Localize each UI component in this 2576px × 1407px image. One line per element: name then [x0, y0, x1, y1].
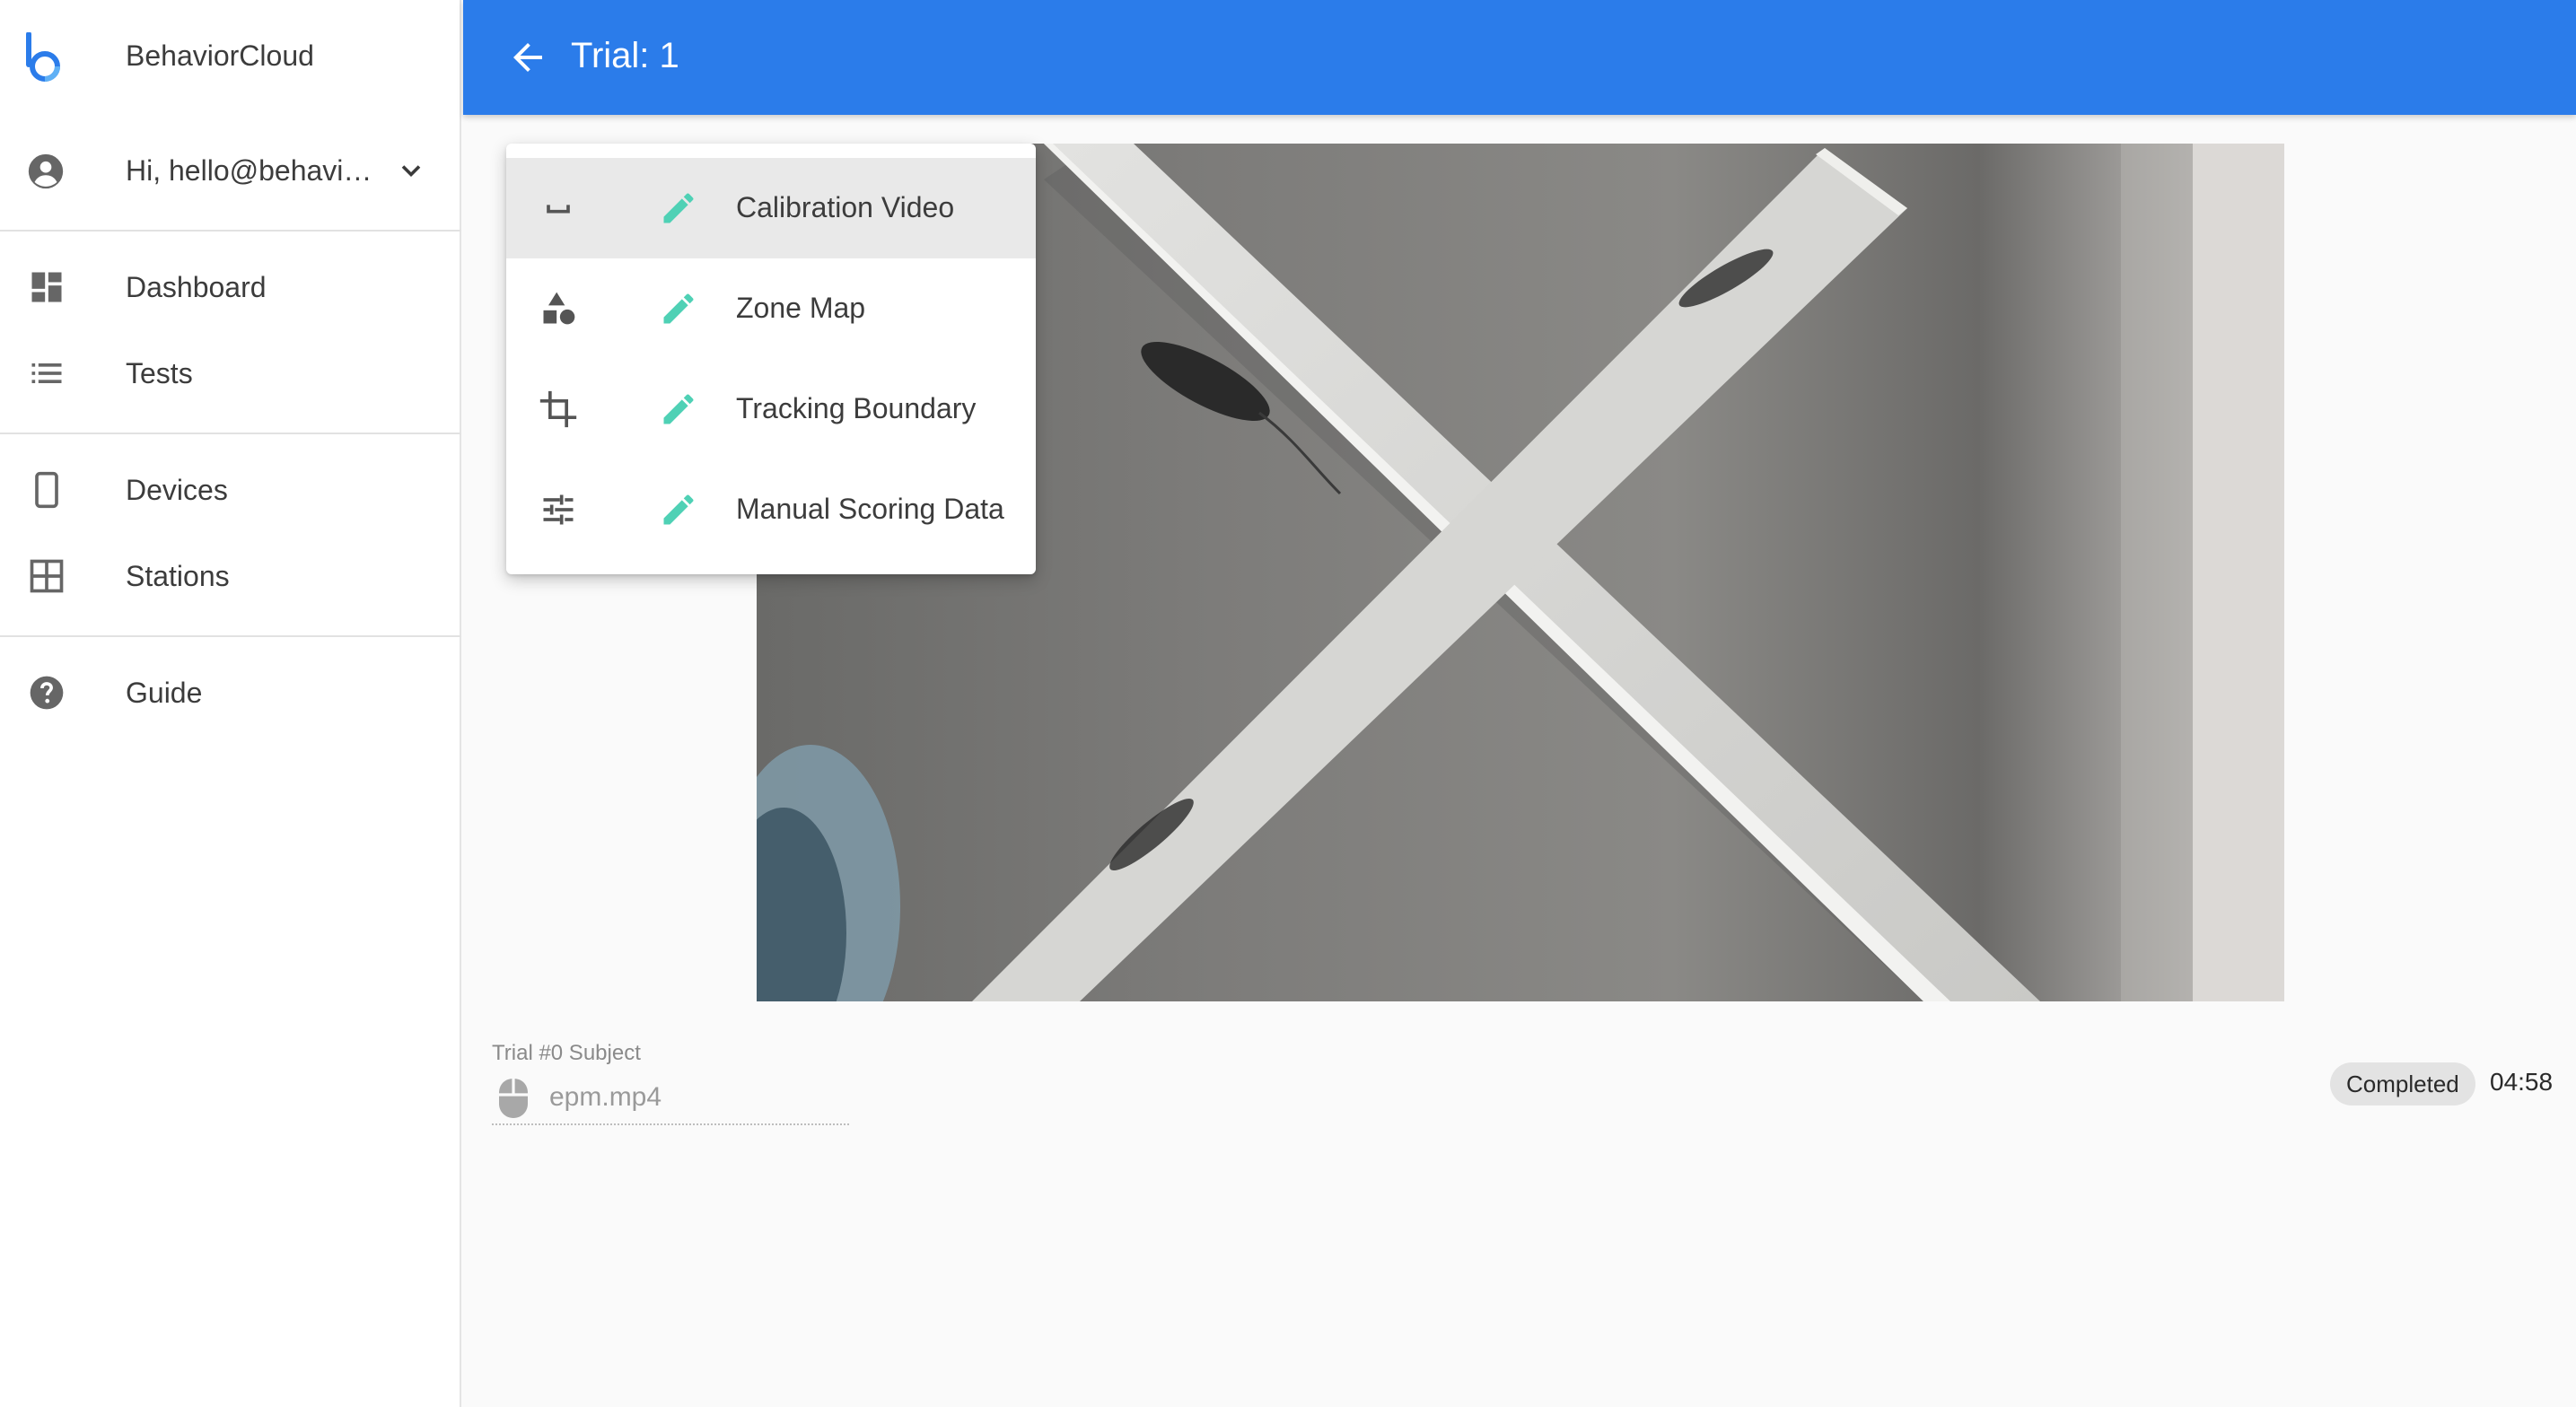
sidebar-item-label: Guide	[126, 677, 203, 709]
sidebar-item-stations[interactable]: Stations	[0, 538, 461, 616]
sidebar-item-label: Dashboard	[126, 271, 267, 303]
sidebar-item-label: Tests	[126, 357, 193, 389]
edit-pencil-icon[interactable]	[659, 389, 698, 429]
edit-pencil-icon[interactable]	[659, 490, 698, 529]
mouse-icon	[499, 1079, 528, 1118]
menu-item-label: Manual Scoring Data	[736, 493, 1004, 525]
status-badge: Completed	[2330, 1062, 2475, 1106]
subject-field-value: epm.mp4	[549, 1082, 662, 1112]
brand-row[interactable]: BehaviorCloud	[0, 0, 461, 115]
sidebar-divider	[0, 635, 461, 637]
menu-item-label: Zone Map	[736, 292, 866, 324]
sidebar-item-guide[interactable]: Guide	[0, 655, 461, 732]
tune-icon	[543, 494, 574, 525]
trial-duration: 04:58	[2490, 1068, 2554, 1096]
trial-actions-menu: Calibration Video Zone Map Tracking Boun…	[506, 144, 1036, 574]
sidebar-item-tests[interactable]: Tests	[0, 336, 461, 413]
sidebar-divider	[0, 433, 461, 434]
sidebar-item-label: Stations	[126, 560, 230, 592]
menu-item-label: Calibration Video	[736, 191, 955, 223]
menu-item-manual-scoring-data[interactable]: Manual Scoring Data	[506, 459, 1036, 560]
space-bar-icon	[547, 205, 570, 214]
app-bar: Trial: 1	[463, 0, 2576, 115]
chevron-down-icon[interactable]	[395, 154, 427, 187]
user-menu[interactable]: Hi, hello@behavior…	[0, 133, 461, 210]
edit-pencil-icon[interactable]	[659, 289, 698, 328]
sidebar: BehaviorCloud Hi, hello@behavior… Dashbo…	[0, 0, 461, 1407]
sidebar-item-dashboard[interactable]: Dashboard	[0, 249, 461, 327]
brand-name: BehaviorCloud	[126, 39, 314, 72]
subject-field[interactable]: epm.mp4	[492, 1073, 849, 1125]
sidebar-item-label: Devices	[126, 474, 228, 506]
grid-icon	[30, 559, 64, 593]
account-circle-icon	[28, 153, 64, 189]
page-title: Trial: 1	[571, 36, 679, 75]
sidebar-item-devices[interactable]: Devices	[0, 452, 461, 529]
menu-item-zone-map[interactable]: Zone Map	[506, 258, 1036, 359]
phone-icon	[35, 471, 58, 509]
behaviorcloud-logo-icon	[26, 32, 60, 82]
menu-item-calibration-video[interactable]: Calibration Video	[506, 158, 1036, 258]
list-icon	[31, 363, 62, 383]
edit-pencil-icon[interactable]	[659, 188, 698, 228]
menu-item-tracking-boundary[interactable]: Tracking Boundary	[506, 359, 1036, 459]
user-greeting: Hi, hello@behavior…	[126, 154, 386, 187]
back-arrow-icon[interactable]	[506, 36, 549, 79]
subject-field-label: Trial #0 Subject	[492, 1041, 641, 1065]
help-icon	[30, 676, 64, 710]
sidebar-divider	[0, 230, 461, 232]
shapes-icon	[543, 292, 575, 325]
crop-icon	[539, 390, 577, 428]
dashboard-icon	[31, 272, 62, 302]
menu-item-label: Tracking Boundary	[736, 392, 977, 424]
